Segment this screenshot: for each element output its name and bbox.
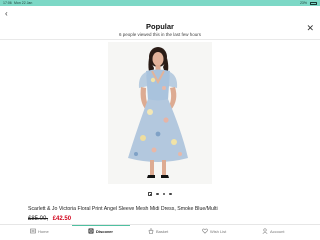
account-icon	[262, 228, 268, 234]
product-name: Scarlett & Jo Victoria Floral Print Ange…	[28, 206, 218, 212]
image-carousel-dots[interactable]	[0, 192, 320, 196]
tab-account[interactable]: Account	[262, 228, 284, 234]
home-icon	[30, 228, 36, 234]
tab-label: Account	[270, 228, 285, 234]
carousel-dot[interactable]	[169, 192, 172, 196]
tab-basket[interactable]: Basket	[148, 228, 168, 234]
basket-icon	[148, 228, 154, 234]
product-image[interactable]	[108, 42, 212, 184]
original-price: £85.00,	[28, 216, 49, 222]
close-button[interactable]: ✕	[306, 24, 314, 33]
battery-icon	[310, 2, 317, 5]
discover-icon	[88, 228, 94, 234]
page-title: Popular	[146, 22, 174, 31]
price-row: £85.00, £42.50	[28, 216, 71, 222]
back-button[interactable]: ‹	[5, 10, 8, 18]
tab-label: Basket	[156, 228, 169, 234]
tab-label: Home	[38, 228, 49, 234]
tab-label: Discover	[96, 228, 113, 234]
popular-header: ‹ Popular 6 people viewed this in the la…	[0, 6, 320, 40]
dress-model-image	[108, 42, 212, 184]
carousel-dot-active[interactable]	[148, 192, 153, 196]
sale-price: £42.50	[52, 216, 72, 222]
tab-label: Wish List	[210, 228, 227, 234]
chevron-left-icon: ‹	[5, 9, 8, 18]
tab-discover[interactable]: Discover	[88, 228, 113, 234]
page-subtitle: 6 people viewed this in the last few hou…	[118, 32, 202, 37]
close-icon: ✕	[306, 23, 314, 33]
bottom-tab-bar: Home Discover Basket Wish List Account	[0, 224, 320, 240]
carousel-dot[interactable]	[156, 192, 159, 196]
tab-wish-list[interactable]: Wish List	[202, 228, 226, 234]
active-tab-indicator	[72, 225, 130, 226]
heart-icon	[202, 228, 208, 234]
tab-home[interactable]: Home	[30, 228, 49, 234]
carousel-dot[interactable]	[162, 192, 166, 196]
